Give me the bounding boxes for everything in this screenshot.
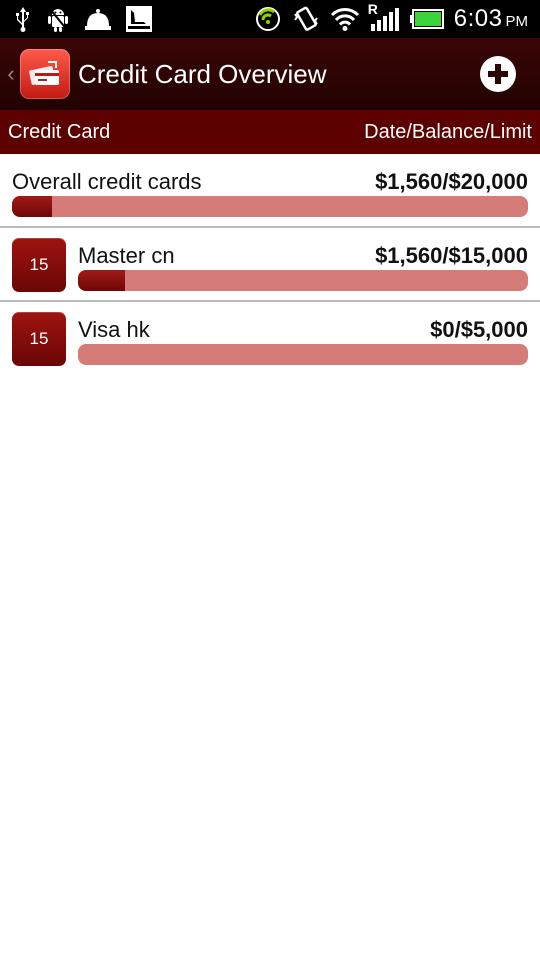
card-progress-fill bbox=[78, 270, 125, 291]
column-header-date-balance-limit: Date/Balance/Limit bbox=[364, 120, 532, 143]
card-amount: $0/$5,000 bbox=[430, 317, 528, 342]
clock-ampm: PM bbox=[505, 13, 529, 30]
wifi-icon bbox=[330, 4, 360, 34]
overall-progress-bar bbox=[12, 196, 528, 217]
column-header: Credit Card Date/Balance/Limit bbox=[0, 110, 540, 154]
vibrate-icon bbox=[292, 4, 320, 34]
overall-name: Overall credit cards bbox=[12, 169, 202, 194]
card-progress-bar bbox=[78, 270, 528, 291]
card-amount: $1,560/$15,000 bbox=[375, 243, 528, 268]
overall-amount: $1,560/$20,000 bbox=[375, 169, 528, 194]
sailboat-icon bbox=[126, 4, 152, 34]
app-logo-credit-card-icon[interactable] bbox=[20, 49, 70, 99]
card-progress-bar bbox=[78, 344, 528, 365]
android-debug-icon bbox=[46, 4, 70, 34]
card-name: Master cn bbox=[78, 243, 175, 268]
overall-progress-fill bbox=[12, 196, 53, 217]
app-title-bar: ‹ Credit Card Overview bbox=[0, 38, 540, 110]
signal-roaming-icon: R bbox=[367, 1, 400, 34]
page-title: Credit Card Overview bbox=[78, 58, 327, 89]
status-notifications bbox=[0, 4, 152, 34]
list-item-card[interactable]: 15 Visa hk $0/$5,000 bbox=[0, 302, 540, 376]
list-item-card[interactable]: 15 Master cn $1,560/$15,000 bbox=[0, 228, 540, 302]
card-name: Visa hk bbox=[78, 317, 150, 342]
bell-icon bbox=[84, 4, 112, 34]
battery-icon bbox=[409, 4, 444, 34]
add-card-button[interactable] bbox=[480, 56, 516, 92]
back-chevron-icon[interactable]: ‹ bbox=[4, 61, 18, 87]
status-bar: R 6:03 PM bbox=[0, 0, 540, 38]
clock-time: 6:03 bbox=[453, 5, 503, 32]
clock: 6:03 PM bbox=[454, 5, 528, 33]
list-item-overall[interactable]: Overall credit cards $1,560/$20,000 bbox=[0, 154, 540, 228]
roaming-label: R bbox=[367, 1, 378, 17]
usb-icon bbox=[14, 4, 32, 34]
status-system: R 6:03 PM bbox=[254, 1, 540, 34]
credit-card-list: Overall credit cards $1,560/$20,000 15 M… bbox=[0, 154, 540, 376]
column-header-credit-card: Credit Card bbox=[8, 120, 111, 143]
card-date-badge: 15 bbox=[12, 312, 66, 366]
card-date-badge: 15 bbox=[12, 238, 66, 292]
sync-icon bbox=[254, 4, 282, 34]
